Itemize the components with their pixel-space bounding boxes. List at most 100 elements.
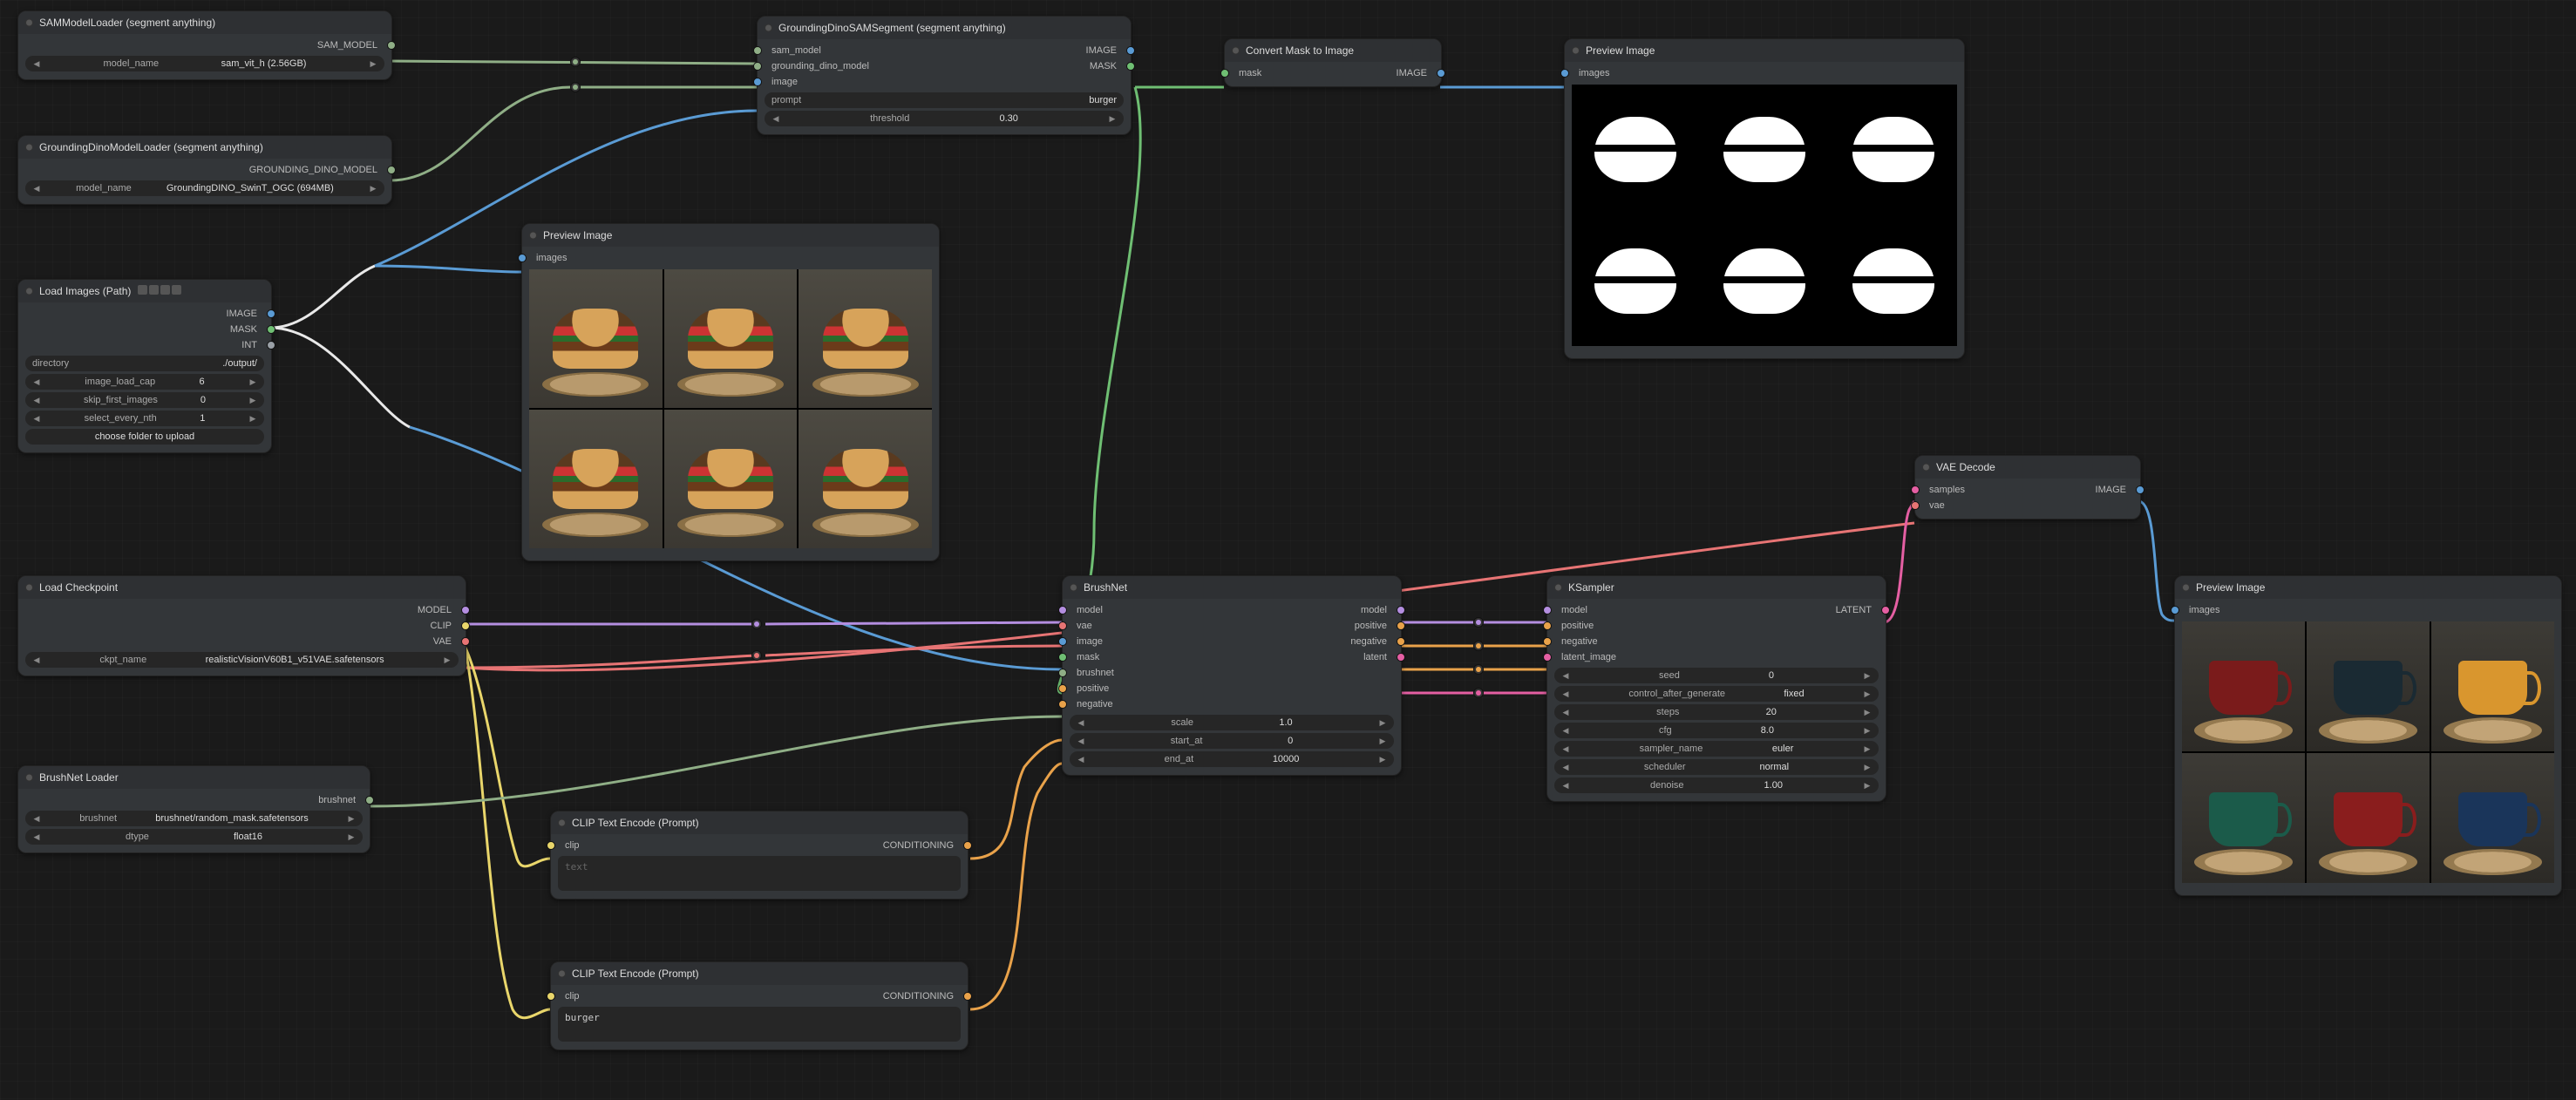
input-clip[interactable]: clip [565,840,580,851]
input-vae[interactable]: vae [1077,621,1092,631]
port-dot[interactable] [267,309,275,318]
port-dot[interactable] [1058,684,1067,693]
port-dot[interactable] [753,46,762,55]
output-vae[interactable]: VAE [433,636,452,647]
port-dot[interactable] [1397,621,1405,630]
port-dot[interactable] [461,637,470,646]
port-dot[interactable] [1911,501,1920,510]
output-conditioning[interactable]: CONDITIONING [883,840,954,851]
input-negative[interactable]: negative [1561,636,1598,647]
port-dot[interactable] [387,41,396,50]
node-title[interactable]: Preview Image [2175,576,2561,599]
widget-model-name[interactable]: ◀ model_name GroundingDINO_SwinT_OGC (69… [25,180,384,196]
node-title[interactable]: CLIP Text Encode (Prompt) [551,962,968,985]
widget-directory[interactable]: directory./output/ [25,356,264,371]
prompt-textarea[interactable]: burger [558,1007,961,1042]
node-convert-mask-to-image[interactable]: Convert Mask to Image mask IMAGE [1224,38,1442,87]
input-samples[interactable]: samples [1929,485,1965,495]
port-dot[interactable] [547,992,555,1001]
widget-model-name[interactable]: ◀ model_name sam_vit_h (2.56GB) ▶ [25,56,384,71]
output-latent[interactable]: LATENT [1836,605,1872,615]
widget-seed[interactable]: ◀seed0▶ [1554,668,1879,683]
widget-ckpt-name[interactable]: ◀ckpt_namerealisticVisionV60B1_v51VAE.sa… [25,652,459,668]
collapse-icon[interactable] [25,584,33,592]
output-sam-model[interactable]: SAM_MODEL [317,40,377,51]
input-images[interactable]: images [2189,605,2219,615]
collapse-icon[interactable] [25,144,33,152]
port-dot[interactable] [267,325,275,334]
input-brushnet[interactable]: brushnet [1077,668,1114,678]
port-dot[interactable] [1881,606,1890,615]
port-dot[interactable] [1560,69,1569,78]
reroute-dot[interactable] [1473,664,1484,675]
port-dot[interactable] [1437,69,1445,78]
output-latent[interactable]: latent [1363,652,1387,662]
port-dot[interactable] [1058,606,1067,615]
input-model[interactable]: model [1561,605,1587,615]
port-dot[interactable] [963,992,972,1001]
output-image[interactable]: IMAGE [227,309,257,319]
input-images[interactable]: images [1579,68,1609,78]
node-vae-decode[interactable]: VAE Decode samples IMAGE vae [1914,455,2141,519]
widget-brushnet[interactable]: ◀brushnetbrushnet/random_mask.safetensor… [25,811,363,826]
widget-skip-first-images[interactable]: ◀skip_first_images0▶ [25,392,264,408]
output-model[interactable]: model [1361,605,1387,615]
node-title[interactable]: Convert Mask to Image [1225,39,1441,62]
input-clip[interactable]: clip [565,991,580,1002]
collapse-icon[interactable] [1070,584,1077,592]
port-dot[interactable] [1058,621,1067,630]
input-negative[interactable]: negative [1077,699,1113,710]
widget-control-after-generate[interactable]: ◀control_after_generatefixed▶ [1554,686,1879,702]
node-title[interactable]: Load Images (Path) [18,280,271,302]
input-vae[interactable]: vae [1929,500,1945,511]
node-preview-image-input[interactable]: Preview Image images [521,223,940,561]
node-title[interactable]: BrushNet [1063,576,1401,599]
node-title[interactable]: SAMModelLoader (segment anything) [18,11,391,34]
port-dot[interactable] [461,621,470,630]
input-sam-model[interactable]: sam_model [771,45,821,56]
node-ksampler[interactable]: KSampler model LATENT positive negative … [1546,575,1886,802]
node-load-images[interactable]: Load Images (Path) IMAGE MASK INT direct… [17,279,272,453]
port-dot[interactable] [365,796,374,805]
collapse-icon[interactable] [1232,47,1240,55]
input-image[interactable]: image [771,77,798,87]
node-preview-image-output[interactable]: Preview Image images [2174,575,2562,896]
port-dot[interactable] [1543,621,1552,630]
node-title[interactable]: Preview Image [1565,39,1964,62]
node-title[interactable]: KSampler [1547,576,1886,599]
port-dot[interactable] [963,841,972,850]
output-image[interactable]: IMAGE [2096,485,2126,495]
input-positive[interactable]: positive [1561,621,1594,631]
node-clip-text-encode-pos[interactable]: CLIP Text Encode (Prompt) clip CONDITION… [550,811,969,900]
port-dot[interactable] [1543,637,1552,646]
output-image[interactable]: IMAGE [1397,68,1427,78]
port-dot[interactable] [1058,653,1067,662]
port-dot[interactable] [1058,637,1067,646]
node-title[interactable]: CLIP Text Encode (Prompt) [551,811,968,834]
arrow-left-icon[interactable]: ◀ [32,59,41,69]
node-title[interactable]: GroundingDinoModelLoader (segment anythi… [18,136,391,159]
widget-cfg[interactable]: ◀cfg8.0▶ [1554,723,1879,738]
input-mask[interactable]: mask [1077,652,1099,662]
input-model[interactable]: model [1077,605,1103,615]
port-dot[interactable] [1397,606,1405,615]
collapse-icon[interactable] [2182,584,2190,592]
port-dot[interactable] [1543,606,1552,615]
output-mask[interactable]: MASK [1090,61,1117,71]
input-mask[interactable]: mask [1239,68,1261,78]
widget-select-every-nth[interactable]: ◀select_every_nth1▶ [25,411,264,426]
arrow-right-icon[interactable]: ▶ [369,59,377,69]
port-dot[interactable] [1126,62,1135,71]
node-brushnet[interactable]: BrushNet model model vae positive image … [1062,575,1402,776]
output-conditioning[interactable]: CONDITIONING [883,991,954,1002]
arrow-right-icon[interactable]: ▶ [369,184,377,194]
widget-end-at[interactable]: ◀end_at10000▶ [1070,751,1394,767]
input-gdino-model[interactable]: grounding_dino_model [771,61,869,71]
widget-sampler-name[interactable]: ◀sampler_nameeuler▶ [1554,741,1879,757]
widget-prompt[interactable]: promptburger [765,92,1124,108]
widget-denoise[interactable]: ◀denoise1.00▶ [1554,777,1879,793]
node-title[interactable]: Load Checkpoint [18,576,466,599]
port-dot[interactable] [461,606,470,615]
output-image[interactable]: IMAGE [1086,45,1117,56]
reroute-dot[interactable] [1473,688,1484,698]
